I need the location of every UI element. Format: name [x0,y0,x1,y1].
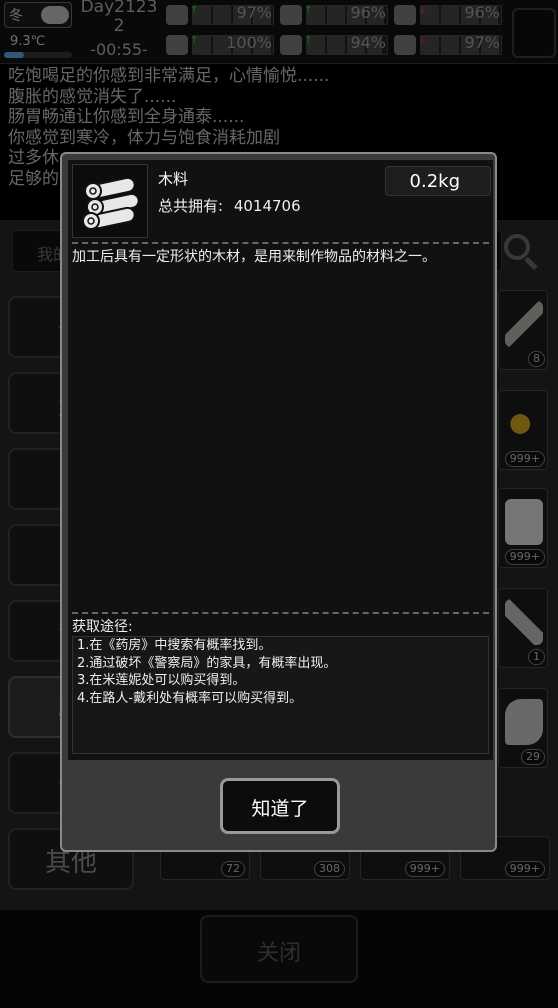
confirm-button[interactable]: 知道了 [220,778,340,834]
item-name: 木料 [158,170,189,188]
source-item: 2.通过破坏《警察局》的家具，有概率出现。 [77,655,337,671]
source-title: 获取途径: [72,619,133,635]
item-detail-body: 加工后具有一定形状的木材，是用来制作物品的材料之一。 获取途径: 1.在《药房》… [68,240,493,760]
confirm-label: 知道了 [251,798,309,820]
divider [72,612,489,614]
owned-label: 总共拥有: [158,197,224,215]
item-owned-count: 总共拥有: 4014706 [158,195,301,216]
source-item: 3.在米莲妮处可以购买得到。 [77,673,246,688]
divider [72,242,489,244]
item-detail-dialog: 木料 总共拥有: 4014706 0.2kg 加工后具有一定形状的木材，是用来制… [60,152,497,852]
owned-value: 4014706 [233,197,301,215]
item-weight-badge: 0.2kg [385,166,491,196]
source-item: 4.在路人-戴利处有概率可以购买得到。 [77,690,303,706]
source-item: 1.在《药房》中搜索有概率找到。 [77,638,272,653]
item-description: 加工后具有一定形状的木材，是用来制作物品的材料之一。 [72,249,436,265]
source-list: 1.在《药房》中搜索有概率找到。 2.通过破坏《警察局》的家具，有概率出现。 3… [72,636,489,754]
wood-logs-icon [72,164,148,238]
item-weight: 0.2kg [409,171,460,192]
item-header: 木料 总共拥有: 4014706 0.2kg [68,160,493,240]
